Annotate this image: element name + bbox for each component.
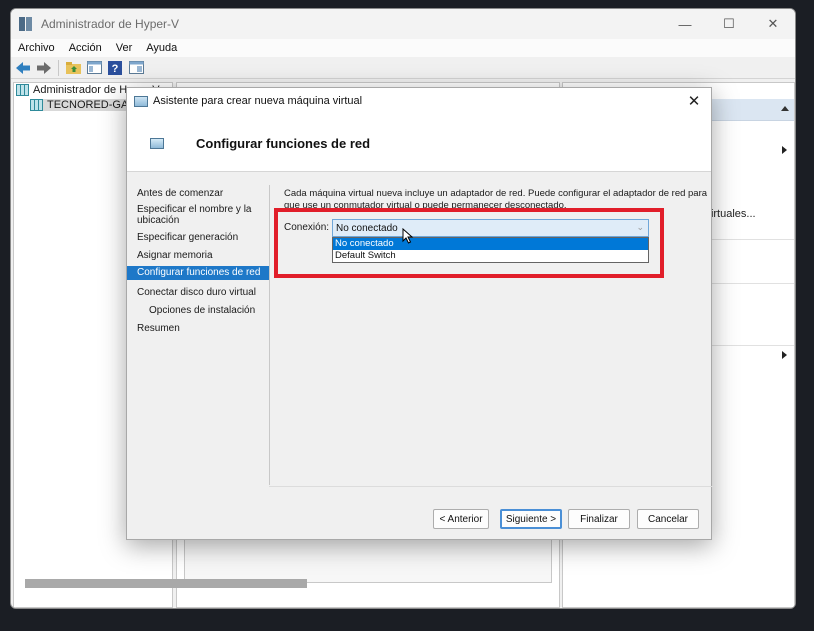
- menu-ayuda[interactable]: Ayuda: [146, 42, 177, 54]
- network-monitor-icon: [150, 138, 164, 149]
- console-icon[interactable]: [127, 59, 145, 77]
- maximize-button[interactable]: ☐: [707, 9, 751, 39]
- submenu-arrow-icon[interactable]: [782, 351, 787, 359]
- step-nombre-ubicacion-line2[interactable]: ubicación: [127, 215, 269, 226]
- close-button[interactable]: ✕: [751, 9, 795, 39]
- hyperv-manager-icon: [16, 84, 29, 96]
- step-resumen[interactable]: Resumen: [127, 323, 269, 334]
- description-line-1: Cada máquina virtual nueva incluye un ad…: [284, 188, 708, 199]
- collapse-up-icon[interactable]: [781, 106, 789, 111]
- finish-button[interactable]: Finalizar: [568, 509, 630, 529]
- previous-button[interactable]: < Anterior: [433, 509, 489, 529]
- monitor-icon: [134, 95, 148, 107]
- toolbar-separator: [58, 59, 59, 76]
- step-especificar-generacion[interactable]: Especificar generación: [127, 232, 269, 243]
- svg-text:?: ?: [112, 63, 119, 75]
- submenu-arrow-icon[interactable]: [782, 146, 787, 154]
- menu-ver[interactable]: Ver: [116, 42, 133, 54]
- dialog-titlebar: Asistente para crear nueva máquina virtu…: [127, 88, 711, 114]
- wizard-header: Configurar funciones de red: [127, 114, 711, 172]
- help-icon[interactable]: ?: [106, 59, 124, 77]
- toolbar: ?: [11, 57, 795, 79]
- horizontal-scrollbar[interactable]: [25, 579, 307, 588]
- step-configurar-red[interactable]: Configurar funciones de red: [127, 266, 269, 280]
- show-tree-icon[interactable]: [85, 59, 103, 77]
- server-icon: [30, 99, 43, 111]
- step-antes-de-comenzar[interactable]: Antes de comenzar: [127, 188, 269, 199]
- step-nombre-ubicacion[interactable]: Especificar el nombre y la: [127, 204, 269, 215]
- buttons-divider: [269, 486, 713, 487]
- menu-bar: Archivo Acción Ver Ayuda: [11, 39, 795, 57]
- step-conectar-disco[interactable]: Conectar disco duro virtual: [127, 287, 269, 298]
- window-controls: — ☐ ✕: [663, 9, 795, 39]
- dialog-close-button[interactable]: ✕: [683, 91, 705, 111]
- minimize-button[interactable]: —: [663, 9, 707, 39]
- next-button[interactable]: Siguiente >: [500, 509, 562, 529]
- highlight-box: [274, 208, 664, 278]
- window-titlebar: Administrador de Hyper-V — ☐ ✕: [11, 9, 795, 39]
- menu-accion[interactable]: Acción: [69, 42, 102, 54]
- back-icon[interactable]: [14, 59, 32, 77]
- hyperv-app-icon: [18, 16, 34, 32]
- dialog-title: Asistente para crear nueva máquina virtu…: [153, 95, 363, 107]
- new-vm-wizard-dialog: Asistente para crear nueva máquina virtu…: [126, 87, 713, 540]
- menu-archivo[interactable]: Archivo: [18, 42, 55, 54]
- step-asignar-memoria[interactable]: Asignar memoria: [127, 250, 269, 261]
- cancel-button[interactable]: Cancelar: [637, 509, 699, 529]
- wizard-page-title: Configurar funciones de red: [196, 136, 371, 151]
- step-opciones-instalacion[interactable]: Opciones de instalación: [127, 305, 269, 316]
- window-title: Administrador de Hyper-V: [41, 17, 180, 31]
- forward-icon[interactable]: [35, 59, 53, 77]
- steps-divider: [269, 185, 270, 485]
- folder-up-icon[interactable]: [64, 59, 82, 77]
- details-panel: [184, 538, 552, 583]
